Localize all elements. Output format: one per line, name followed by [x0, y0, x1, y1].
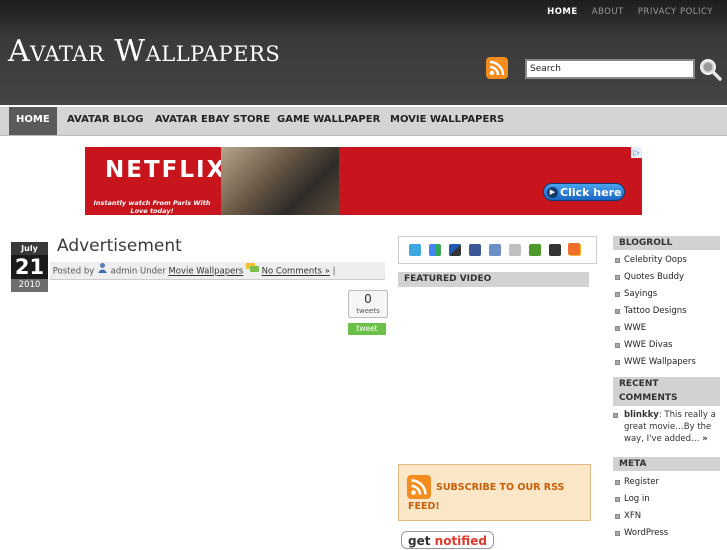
delicious-icon[interactable] — [449, 244, 461, 256]
site-title[interactable]: Avatar Wallpapers — [8, 34, 280, 69]
post-category-link[interactable]: Movie Wallpapers — [168, 267, 243, 277]
main-nav-avatar-ebay-store[interactable]: AVATAR EBAY STORE — [155, 107, 270, 135]
meta-wordpress-link[interactable]: WordPress — [613, 525, 668, 542]
google-icon[interactable] — [429, 244, 441, 256]
site-header: HOME ABOUT PRIVACY POLICY Avatar Wallpap… — [0, 0, 727, 105]
play-icon: ▶ — [547, 187, 558, 198]
under-label: Under — [140, 266, 166, 277]
featured-video-heading: FEATURED VIDEO — [398, 272, 589, 287]
blogroll-item[interactable]: Quotes Buddy — [613, 269, 696, 286]
get-notified-label: get notified — [408, 534, 487, 548]
top-nav-about[interactable]: ABOUT — [592, 7, 624, 17]
meta-login-link[interactable]: Log in — [613, 491, 668, 508]
main-nav-movie-wallpapers[interactable]: MOVIE WALLPAPERS — [390, 107, 504, 135]
recent-comment-author[interactable]: blinkky — [624, 410, 659, 420]
blogroll-item[interactable]: Sayings — [613, 286, 696, 303]
tweet-button[interactable]: tweet — [348, 323, 386, 335]
twitter-icon[interactable] — [409, 244, 421, 256]
rss-feed-icon[interactable] — [486, 57, 508, 79]
get-notified-button[interactable]: get notified — [401, 531, 494, 549]
search-icon[interactable] — [698, 57, 722, 81]
adchoices-icon[interactable]: ▷ — [631, 147, 642, 158]
stumbleupon-icon[interactable] — [529, 244, 541, 256]
digg-icon[interactable] — [489, 244, 501, 256]
posted-by-label: Posted by — [52, 266, 95, 277]
subscribe-rss-box[interactable]: SUBSCRIBE TO OUR RSS FEED! — [398, 464, 591, 521]
top-nav: HOME ABOUT PRIVACY POLICY — [547, 7, 713, 17]
comments-icon — [245, 262, 259, 280]
netflix-logo: NETFLIX — [105, 157, 227, 183]
post-date-badge: July 21 2010 — [11, 242, 48, 292]
post-title[interactable]: Advertisement — [57, 236, 182, 256]
blogroll-item[interactable]: Celebrity Oops — [613, 252, 696, 269]
post-date-day: 21 — [11, 255, 48, 279]
recent-comment-more[interactable]: » — [702, 434, 708, 444]
netflix-ad-banner[interactable]: NETFLIX Instantly watch From Paris With … — [85, 147, 642, 215]
meta-register-link[interactable]: Register — [613, 474, 668, 491]
main-nav: HOME AVATAR BLOG AVATAR EBAY STORE GAME … — [0, 107, 727, 136]
blogroll-item[interactable]: WWE Divas — [613, 337, 696, 354]
post-comments-link[interactable]: No Comments » — [262, 267, 330, 277]
click-here-button[interactable]: ▶ Click here — [543, 183, 625, 201]
blogroll-item[interactable]: WWE Wallpapers — [613, 354, 696, 371]
main-nav-home[interactable]: HOME — [9, 107, 57, 135]
meta-separator: | — [332, 266, 336, 277]
post-meta: Posted by admin Under Movie Wallpapers N… — [50, 262, 385, 280]
tweets-label: tweets — [356, 307, 380, 315]
recent-comment: blinkky: This really a great movie…By th… — [613, 409, 720, 445]
tweet-count: 0 — [364, 292, 372, 306]
myspace-icon[interactable] — [549, 244, 561, 256]
subscribe-rss-label[interactable]: SUBSCRIBE TO OUR RSS FEED! — [408, 478, 583, 516]
main-nav-game-wallpaper[interactable]: GAME WALLPAPER — [277, 107, 380, 135]
meta-heading: META — [613, 457, 720, 471]
author-icon — [97, 262, 108, 280]
facebook-icon[interactable] — [469, 244, 481, 256]
blogroll-list: Celebrity Oops Quotes Buddy Sayings Tatt… — [613, 252, 696, 371]
click-here-label: Click here — [560, 186, 622, 199]
post-date-month: July — [11, 242, 48, 255]
tweet-counter: 0 tweets — [348, 290, 388, 318]
get-notified-accent: notified — [434, 534, 487, 548]
post-date-year: 2010 — [11, 279, 48, 292]
blogroll-item[interactable]: Tattoo Designs — [613, 303, 696, 320]
post-author: admin — [110, 266, 138, 277]
banner-tagline: Instantly watch From Paris With Love tod… — [93, 199, 211, 215]
meta-list: Register Log in XFN WordPress — [613, 474, 668, 542]
meta-xfn-link[interactable]: XFN — [613, 508, 668, 525]
search-input[interactable] — [525, 59, 695, 79]
banner-photo — [221, 147, 339, 215]
blogroll-item[interactable]: WWE — [613, 320, 696, 337]
share-icon[interactable] — [509, 244, 521, 256]
blogroll-heading: BLOGROLL — [613, 236, 720, 250]
top-nav-privacy-policy[interactable]: PRIVACY POLICY — [638, 7, 713, 17]
recent-comments-heading: RECENT COMMENTS — [613, 377, 720, 406]
add-more-icon[interactable] — [568, 243, 580, 255]
top-nav-home[interactable]: HOME — [547, 7, 578, 17]
main-nav-avatar-blog[interactable]: AVATAR BLOG — [67, 107, 143, 135]
